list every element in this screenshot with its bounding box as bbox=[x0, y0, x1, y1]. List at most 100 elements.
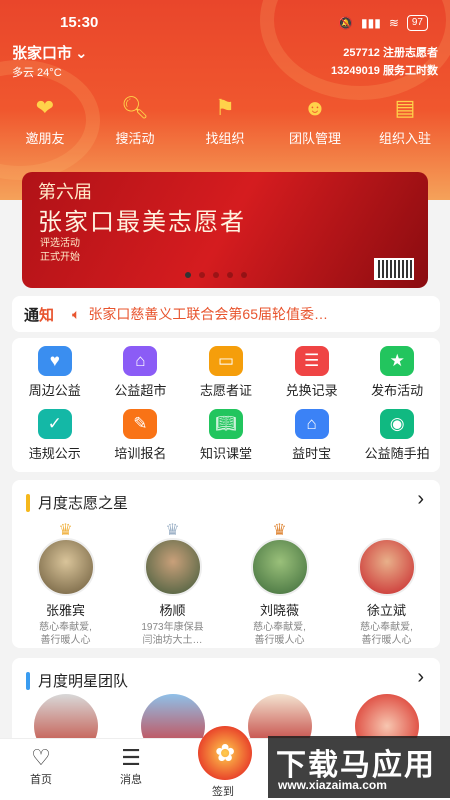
watermark: 下载马应用 www.xiazaima.com bbox=[268, 736, 450, 798]
feature-grid: ♥ 周边公益 ⌂ 公益超市 ▭ 志愿者证 ☰ 兑换记录 ★ 发布活动 ✓ 违规公示 ✎ 培训报… bbox=[12, 338, 440, 472]
section-title: 月度志愿之星 bbox=[38, 495, 129, 512]
nav-home[interactable]: ♡ 首页 bbox=[30, 745, 52, 787]
grid-label: 培训报名 bbox=[114, 446, 167, 461]
star-desc-line: 善行暖人心 bbox=[254, 635, 305, 646]
carousel-dot[interactable] bbox=[213, 272, 219, 278]
camera-icon: ◉ bbox=[380, 409, 415, 439]
watermark-url: www.xiazaima.com bbox=[278, 778, 387, 792]
quick-actions: ❤ 邀朋友 🔍︎ 搜活动 ⚑ 找组织 ☻ 团队管理 ▤ 组织入驻 bbox=[0, 92, 450, 147]
grid-knowledge[interactable]: 📖︎ 知识课堂 bbox=[183, 409, 269, 467]
carousel-dot[interactable] bbox=[199, 272, 205, 278]
grid-label: 志愿者证 bbox=[199, 383, 252, 398]
star-name: 刘晓薇 bbox=[259, 603, 299, 618]
star-desc: 慈心奉献爱, 善行暖人心 bbox=[339, 621, 435, 647]
chevron-right-icon[interactable]: › bbox=[417, 666, 424, 689]
flag-icon: ⚑ bbox=[215, 95, 235, 120]
star-badge-icon: ★ bbox=[380, 346, 415, 376]
hours-count: 13249019 bbox=[330, 65, 380, 77]
grid-timebank[interactable]: ⌂ 益时宝 bbox=[269, 409, 355, 467]
header: 15:30 🔕 ▮▮▮ ≋ 97 张家口市 ⌄ 多云 24°C 257712 注… bbox=[0, 0, 450, 200]
avatar bbox=[143, 538, 202, 596]
quick-invite[interactable]: ❤ 邀朋友 bbox=[2, 92, 88, 147]
section-header: 月度志愿之星 bbox=[26, 492, 128, 513]
grid-label: 兑换记录 bbox=[285, 383, 338, 398]
carousel-dot[interactable] bbox=[241, 272, 247, 278]
nav-messages[interactable]: ☰ 消息 bbox=[120, 745, 142, 787]
grid-training[interactable]: ✎ 培训报名 bbox=[98, 409, 184, 467]
stars-list: ♛ 张雅宾 慈心奉献爱, 善行暖人心 ♛ 杨顺 1973年康保县 闫油坊大土… ♛ … bbox=[12, 520, 440, 647]
sign-in-button[interactable]: ✿ bbox=[198, 726, 252, 780]
banner-line1: 第六届 bbox=[38, 182, 92, 203]
star-desc: 慈心奉献爱, 善行暖人心 bbox=[232, 621, 328, 647]
star-desc-line: 善行暖人心 bbox=[40, 635, 91, 646]
grid-market[interactable]: ⌂ 公益超市 bbox=[98, 346, 184, 404]
grid-photo[interactable]: ◉ 公益随手拍 bbox=[354, 409, 440, 467]
grid-violation[interactable]: ✓ 违规公示 bbox=[12, 409, 98, 467]
notice-text: 张家口慈善义工联合会第65届轮值委… bbox=[88, 306, 329, 322]
bank-icon: ⌂ bbox=[294, 409, 329, 439]
grid-label: 公益随手拍 bbox=[364, 446, 430, 461]
grid-label: 知识课堂 bbox=[199, 446, 252, 461]
promo-banner[interactable]: 第六届 张家口最美志愿者 评选活动 正式开始 bbox=[22, 172, 428, 288]
search-icon: 🔍︎ bbox=[121, 95, 149, 120]
hours-count-label: 服务工时数 bbox=[383, 65, 438, 77]
star-desc-line: 慈心奉献爱, bbox=[39, 622, 92, 633]
carousel-dot[interactable] bbox=[185, 272, 191, 278]
heart-icon: ♡ bbox=[31, 745, 51, 770]
speaker-icon: 🔈︎ bbox=[72, 305, 81, 322]
message-icon: ☰ bbox=[121, 745, 141, 770]
chevron-down-icon: ⌄ bbox=[75, 44, 88, 62]
quick-team[interactable]: ☻ 团队管理 bbox=[272, 92, 358, 147]
grid-certificate[interactable]: ▭ 志愿者证 bbox=[183, 346, 269, 404]
city-selector[interactable]: 张家口市 ⌄ bbox=[12, 42, 88, 63]
grid-nearby[interactable]: ♥ 周边公益 bbox=[12, 346, 98, 404]
grid-exchange[interactable]: ☰ 兑换记录 bbox=[269, 346, 355, 404]
notice-bar[interactable]: 通知 🔈︎ 张家口慈善义工联合会第65届轮值委… bbox=[12, 296, 440, 332]
crown-icon: ♛ bbox=[58, 522, 73, 539]
section-title: 月度明星团队 bbox=[38, 673, 129, 690]
carousel-dots bbox=[185, 272, 247, 278]
notice-label-a: 通 bbox=[24, 306, 40, 324]
star-card[interactable]: ♛ 徐立斌 慈心奉献爱, 善行暖人心 bbox=[339, 520, 435, 647]
quick-find-org[interactable]: ⚑ 找组织 bbox=[182, 92, 268, 147]
star-card[interactable]: ♛ 刘晓薇 慈心奉献爱, 善行暖人心 bbox=[232, 520, 328, 647]
stats: 257712 注册志愿者 13249019 服务工时数 bbox=[331, 44, 438, 80]
quick-label: 团队管理 bbox=[288, 131, 341, 146]
book-icon: 📖︎ bbox=[208, 409, 243, 439]
nav-sign-label: 签到 bbox=[212, 786, 234, 798]
grid-publish[interactable]: ★ 发布活动 bbox=[354, 346, 440, 404]
flame-icon: ✿ bbox=[214, 739, 236, 767]
star-name: 张雅宾 bbox=[45, 603, 85, 618]
crown-icon: ♛ bbox=[165, 522, 180, 539]
nav-label: 首页 bbox=[30, 774, 52, 786]
star-name: 徐立斌 bbox=[366, 603, 406, 618]
weather: 多云 24°C bbox=[12, 67, 62, 79]
grid-label: 益时宝 bbox=[292, 446, 332, 461]
nav-label: 消息 bbox=[120, 774, 142, 786]
star-desc: 慈心奉献爱, 善行暖人心 bbox=[18, 621, 114, 647]
quick-org-join[interactable]: ▤ 组织入驻 bbox=[362, 92, 448, 147]
quick-search[interactable]: 🔍︎ 搜活动 bbox=[92, 92, 178, 147]
id-card-icon: ▭ bbox=[208, 346, 243, 376]
quick-label: 邀朋友 bbox=[25, 131, 65, 146]
status-icons: 🔕 ▮▮▮ ≋ 97 bbox=[338, 15, 428, 31]
star-name: 杨顺 bbox=[159, 603, 186, 618]
mute-icon: 🔕 bbox=[338, 16, 353, 30]
section-accent bbox=[26, 493, 30, 512]
quick-label: 搜活动 bbox=[115, 131, 155, 146]
star-card[interactable]: ♛ 杨顺 1973年康保县 闫油坊大土… bbox=[125, 520, 221, 647]
signal-icon: ▮▮▮ bbox=[361, 16, 381, 30]
volunteer-count-label: 注册志愿者 bbox=[383, 47, 438, 59]
clipboard-icon: ▤ bbox=[394, 95, 416, 120]
carousel-dot[interactable] bbox=[227, 272, 233, 278]
city-label: 张家口市 bbox=[12, 45, 73, 62]
chevron-right-icon[interactable]: › bbox=[417, 488, 424, 511]
notice-label: 通知 bbox=[24, 304, 54, 325]
star-card[interactable]: ♛ 张雅宾 慈心奉献爱, 善行暖人心 bbox=[18, 520, 114, 647]
banner-line4: 正式开始 bbox=[40, 252, 80, 263]
star-desc-line: 慈心奉献爱, bbox=[360, 622, 413, 633]
avatar bbox=[357, 538, 416, 596]
status-bar: 15:30 🔕 ▮▮▮ ≋ 97 bbox=[0, 12, 450, 36]
crown-icon: ♛ bbox=[339, 520, 435, 538]
section-header: 月度明星团队 bbox=[26, 670, 128, 691]
